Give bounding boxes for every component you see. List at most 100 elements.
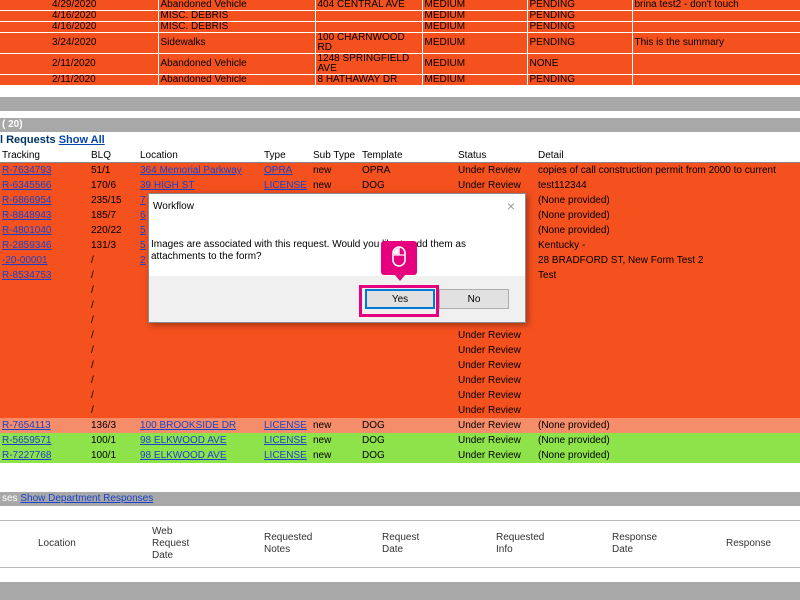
location-link[interactable]: 39 HIGH ST	[140, 180, 194, 191]
cell-template	[360, 388, 456, 403]
cell-tracking: R-4801040	[0, 223, 89, 238]
top-cell-type: Abandoned Vehicle	[158, 0, 316, 11]
cell-tracking: -20-00001	[0, 253, 89, 268]
cell-blq: 235/15	[89, 193, 138, 208]
col-header-location[interactable]: Location	[138, 148, 262, 163]
col-header-status[interactable]: Status	[456, 148, 536, 163]
top-cell-priority: MEDIUM	[422, 10, 528, 22]
cell-subtype: new	[311, 178, 360, 193]
cell-tracking: R-8848943	[0, 208, 89, 223]
cell-location: 98 ELKWOOD AVE	[138, 433, 262, 448]
table-row[interactable]: / Under Review	[0, 358, 800, 373]
cell-status: Under Review	[456, 162, 536, 178]
cell-subtype	[311, 358, 360, 373]
tracking-link[interactable]: R-7654113	[2, 420, 51, 431]
cell-detail: Kentucky -	[536, 238, 800, 253]
location-link[interactable]: 7	[140, 195, 146, 206]
cell-type	[262, 403, 311, 418]
col-header-type[interactable]: Type	[262, 148, 311, 163]
cell-template	[360, 328, 456, 343]
top-cell-location: 1248 SPRINGFIELD AVE	[315, 53, 423, 75]
cell-status: Under Review	[456, 388, 536, 403]
cell-blq: 185/7	[89, 208, 138, 223]
cell-tracking: R-7634793	[0, 162, 89, 178]
location-link[interactable]: 98 ELKWOOD AVE	[140, 435, 227, 446]
table-row[interactable]: R-7634793 51/1 364 Memorial Parkway OPRA new…	[0, 162, 800, 178]
tracking-link[interactable]: R-8848943	[2, 210, 51, 221]
cell-status: Under Review	[456, 373, 536, 388]
cell-tracking	[0, 388, 89, 403]
cell-template: OPRA	[360, 162, 456, 178]
tracking-link[interactable]: R-4801040	[2, 225, 51, 236]
tracking-link[interactable]: R-7227768	[2, 450, 51, 461]
tracking-link[interactable]: R-5659571	[2, 435, 51, 446]
location-link[interactable]: 364 Memorial Parkway	[140, 165, 242, 176]
col-header-detail[interactable]: Detail	[536, 148, 800, 163]
col-header-tracking[interactable]: Tracking	[0, 148, 89, 163]
location-link[interactable]: 5	[140, 240, 146, 251]
col-header-sub-type[interactable]: Sub Type	[311, 148, 360, 163]
cell-blq: 220/22	[89, 223, 138, 238]
table-row[interactable]: / Under Review	[0, 403, 800, 418]
location-link[interactable]: 98 ELKWOOD AVE	[140, 450, 227, 461]
cell-template: DOG	[360, 418, 456, 433]
table-row[interactable]: R-7654113 136/3 100 BROOKSIDE DR LICENSE new…	[0, 418, 800, 433]
tracking-link[interactable]: R-8534753	[2, 270, 51, 281]
table-row[interactable]: / Under Review	[0, 373, 800, 388]
show-department-responses-link[interactable]: Show Department Responses	[20, 493, 153, 504]
tracking-link[interactable]: -20-00001	[2, 255, 48, 266]
table-row[interactable]: / Under Review	[0, 343, 800, 358]
cell-tracking: R-5659571	[0, 433, 89, 448]
type-link[interactable]: LICENSE	[264, 450, 307, 461]
cell-status: Under Review	[456, 403, 536, 418]
cell-tracking	[0, 403, 89, 418]
cell-template	[360, 358, 456, 373]
top-cell-note: brina test2 - don't touch	[632, 0, 800, 11]
tracking-link[interactable]: R-6345566	[2, 180, 51, 191]
location-link[interactable]: 6	[140, 210, 146, 221]
top-cell-date: 4/16/2020	[0, 21, 159, 33]
dept-col-location: Location	[38, 538, 76, 549]
cell-detail	[536, 388, 800, 403]
location-link[interactable]: 100 BROOKSIDE DR	[140, 420, 236, 431]
type-link[interactable]: OPRA	[264, 165, 292, 176]
location-link[interactable]: 5	[140, 225, 146, 236]
top-cell-status: PENDING	[527, 32, 633, 54]
cell-tracking	[0, 358, 89, 373]
type-link[interactable]: LICENSE	[264, 180, 307, 191]
table-row[interactable]: / Under Review	[0, 388, 800, 403]
top-cell-type: Sidewalks	[158, 32, 316, 54]
cell-blq: /	[89, 403, 138, 418]
dept-col-response-date: Response Date	[612, 532, 658, 555]
top-cell-note	[632, 10, 800, 22]
col-header-blq[interactable]: BLQ	[89, 148, 138, 163]
tracking-link[interactable]: R-7634793	[2, 165, 51, 176]
close-icon[interactable]: ×	[507, 198, 515, 214]
location-link[interactable]: 2	[140, 255, 146, 266]
table-row[interactable]: / Under Review	[0, 328, 800, 343]
cell-detail: (None provided)	[536, 418, 800, 433]
col-header-template[interactable]: Template	[360, 148, 456, 163]
cell-tracking: R-8534753	[0, 268, 89, 283]
table-row[interactable]: R-6345566 170/6 39 HIGH ST LICENSE new DOG Und…	[0, 178, 800, 193]
cell-subtype	[311, 373, 360, 388]
cell-tracking: R-7227768	[0, 448, 89, 463]
tracking-link[interactable]: R-2859346	[2, 240, 51, 251]
tracking-link[interactable]: R-6866954	[2, 195, 51, 206]
dialog-message: Images are associated with this request.…	[151, 239, 466, 262]
cell-tracking	[0, 373, 89, 388]
cell-status: Under Review	[456, 328, 536, 343]
show-all-link[interactable]: Show All	[59, 134, 105, 146]
cell-tracking	[0, 328, 89, 343]
cell-location: 100 BROOKSIDE DR	[138, 418, 262, 433]
type-link[interactable]: LICENSE	[264, 420, 307, 431]
cell-status: Under Review	[456, 343, 536, 358]
table-row[interactable]: R-7227768 100/1 98 ELKWOOD AVE LICENSE new DO…	[0, 448, 800, 463]
top-cell-location: 100 CHARNWOOD RD	[315, 32, 423, 54]
workflow-dialog: Workflow × Images are associated with th…	[148, 193, 526, 323]
cell-blq: 51/1	[89, 162, 138, 178]
gray-divider	[0, 97, 800, 111]
no-button[interactable]: No	[439, 289, 509, 309]
table-row[interactable]: R-5659571 100/1 98 ELKWOOD AVE LICENSE new DO…	[0, 433, 800, 448]
type-link[interactable]: LICENSE	[264, 435, 307, 446]
